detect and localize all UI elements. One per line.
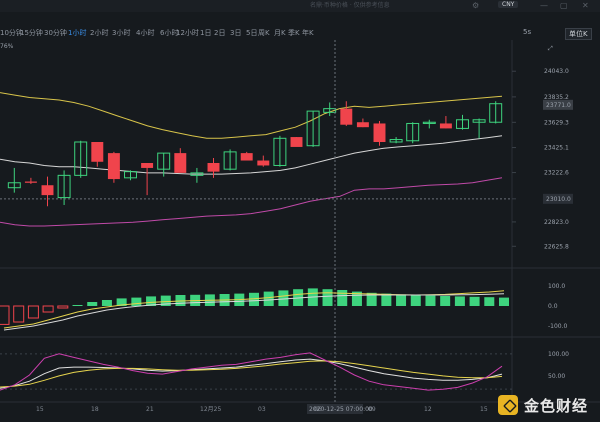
candle-body <box>207 163 220 172</box>
macd-histogram-bar <box>337 290 348 306</box>
macd-tick-label: 100.0 <box>548 283 565 290</box>
macd-histogram-bar <box>322 289 333 306</box>
macd-histogram-bar <box>87 302 98 306</box>
macd-histogram-bar <box>13 305 25 323</box>
kdj-tick-label: 100.00 <box>548 351 569 358</box>
fullscreen-icon: ⤢ <box>548 45 553 52</box>
macd-tick-label: -100.0 <box>548 323 568 330</box>
x-tick-label: 12月25 <box>200 406 221 413</box>
y-tick-label: 22625.8 <box>544 243 569 250</box>
macd-histogram-bar <box>57 305 69 309</box>
y-tick-label: 22823.0 <box>544 219 569 226</box>
x-tick-label: 18 <box>91 406 99 413</box>
top-left-value: 76% <box>0 43 14 50</box>
candle-body <box>174 153 187 173</box>
y-tick-label: 23222.6 <box>544 170 569 177</box>
y-tick-label: 23629.3 <box>544 119 569 126</box>
candle-body <box>356 122 369 128</box>
x-tick-label: 12 <box>424 406 432 413</box>
macd-histogram-bar <box>101 300 112 306</box>
boll-upper-line <box>0 92 503 139</box>
candle-body <box>91 142 104 162</box>
kdj-tick-label: 50.00 <box>548 373 565 380</box>
macd-histogram-bar <box>410 295 421 306</box>
macd-histogram-bar <box>72 305 83 306</box>
x-tick-label: 21 <box>146 406 154 413</box>
y-tick-label: 24043.0 <box>544 68 569 75</box>
candle-body <box>373 123 386 142</box>
x-tick-label: 09 <box>368 406 376 413</box>
macd-histogram-bar <box>396 294 407 306</box>
logo-icon <box>498 395 518 415</box>
macd-histogram-bar <box>27 305 39 319</box>
macd-histogram-bar <box>278 290 289 306</box>
y-tick-label: 23425.1 <box>544 145 569 152</box>
kdj-j-line <box>0 352 503 391</box>
candle-body <box>24 181 37 183</box>
candle-body <box>141 163 154 168</box>
macd-histogram-bar <box>42 305 54 313</box>
macd-histogram-bar <box>263 291 274 306</box>
x-tick-label: 15 <box>480 406 488 413</box>
macd-histogram-bar <box>440 296 451 306</box>
macd-histogram-bar <box>425 295 436 306</box>
macd-histogram-bar <box>131 297 142 306</box>
x-tick-label: 03 <box>258 406 266 413</box>
macd-histogram-bar <box>499 297 509 306</box>
jinse-logo: 金色财经 <box>498 392 596 418</box>
candle-body <box>107 153 120 180</box>
candle-body <box>257 160 270 166</box>
candle-body <box>41 185 54 196</box>
candle-body <box>439 123 452 129</box>
macd-tick-label: 0.0 <box>548 303 558 310</box>
crosshair-price-label: 23010.0 <box>546 196 571 203</box>
macd-histogram-bar <box>469 296 480 306</box>
candle-body <box>290 137 303 147</box>
last-price-label: 23771.0 <box>546 102 571 109</box>
chart-area[interactable]: 76%24043.023835.223629.323425.123222.623… <box>0 0 600 422</box>
macd-histogram-bar <box>0 305 10 325</box>
x-tick-label: 15 <box>36 406 44 413</box>
boll-lower-line <box>0 177 503 227</box>
candle-body <box>340 108 353 125</box>
macd-histogram-bar <box>454 296 465 306</box>
logo-text: 金色财经 <box>524 396 589 415</box>
candle-body <box>240 153 253 161</box>
x-tick-label: 06 <box>314 406 322 413</box>
macd-histogram-bar <box>484 297 495 306</box>
